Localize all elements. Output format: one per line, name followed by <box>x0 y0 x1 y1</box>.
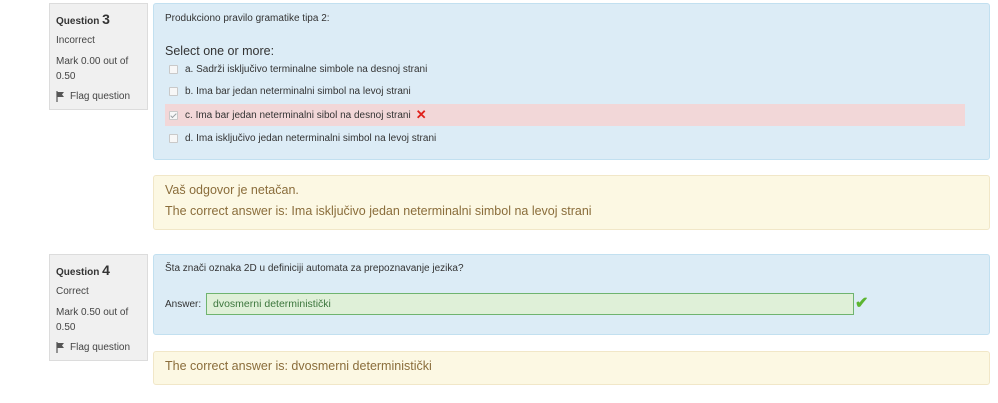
question-text: Šta znači oznaka 2D u definiciji automat… <box>165 263 464 274</box>
flag-icon <box>56 91 64 102</box>
question-info-3: Question 3 Incorrect Mark 0.00 out of 0.… <box>49 3 148 110</box>
right-answer: The correct answer is: dvosmerni determi… <box>165 359 432 373</box>
grade-line-2: 0.50 <box>56 71 76 82</box>
flag-icon <box>56 342 64 353</box>
question-grade: Mark 0.00 out of 0.50 <box>56 54 141 84</box>
question-grade: Mark 0.50 out of 0.50 <box>56 305 141 335</box>
question-number: Question 4 <box>56 262 141 278</box>
answer-label: Answer: <box>165 299 202 310</box>
option-letter: c. <box>185 109 193 121</box>
x-mark-icon: ✕ <box>415 107 427 122</box>
grade-line-1: Mark 0.00 out of <box>56 56 129 67</box>
question-content-3: Produkciono pravilo gramatike tipa 2: Se… <box>153 3 990 160</box>
answer-option-d[interactable]: d. Ima isključivo jedan neterminalni sim… <box>165 128 965 149</box>
checkbox[interactable] <box>169 87 178 96</box>
general-feedback: Vaš odgovor je netačan. <box>165 183 299 197</box>
question-number: Question 3 <box>56 11 141 27</box>
question-state: Correct <box>56 286 89 297</box>
question-info-4: Question 4 Correct Mark 0.50 out of 0.50… <box>49 254 148 361</box>
answer-option-c[interactable]: c. Ima bar jedan neterminalni sibol na d… <box>165 104 965 126</box>
question-text: Produkciono pravilo gramatike tipa 2: <box>165 13 330 24</box>
flag-question-label: Flag question <box>70 91 131 102</box>
question-label: Question <box>56 16 100 27</box>
question-number-value: 3 <box>102 11 110 27</box>
question-feedback-4: The correct answer is: dvosmerni determi… <box>153 351 990 385</box>
question-feedback-3: Vaš odgovor je netačan. The correct answ… <box>153 175 990 230</box>
check-mark-icon: ✔ <box>855 295 869 312</box>
question-state: Incorrect <box>56 35 95 46</box>
answer-input[interactable] <box>206 293 854 315</box>
right-answer: The correct answer is: Ima isključivo je… <box>165 204 592 218</box>
question-number-value: 4 <box>102 262 110 278</box>
option-letter: a. <box>185 64 194 75</box>
option-letter: d. <box>185 133 194 144</box>
answer-option-b[interactable]: b. Ima bar jedan neterminalni simbol na … <box>165 81 965 102</box>
grade-line-1: Mark 0.50 out of <box>56 307 129 318</box>
question-content-4: Šta znači oznaka 2D u definiciji automat… <box>153 254 990 335</box>
option-text: Ima bar jedan neterminalni sibol na desn… <box>195 109 411 121</box>
flag-question-button[interactable]: Flag question <box>56 91 141 102</box>
option-text: Sadrži isključivo terminalne simbole na … <box>196 64 428 75</box>
option-letter: b. <box>185 86 194 97</box>
flag-question-button[interactable]: Flag question <box>56 342 141 353</box>
checkbox-checked[interactable] <box>169 110 178 120</box>
checkbox[interactable] <box>169 65 178 74</box>
option-text: Ima isključivo jedan neterminalni simbol… <box>196 133 437 144</box>
checkbox[interactable] <box>169 134 178 143</box>
flag-question-label: Flag question <box>70 342 131 353</box>
question-label: Question <box>56 267 100 278</box>
answer-option-a[interactable]: a. Sadrži isključivo terminalne simbole … <box>165 59 965 80</box>
answer-prompt: Select one or more: <box>165 44 275 58</box>
grade-line-2: 0.50 <box>56 322 76 333</box>
option-text: Ima bar jedan neterminalni simbol na lev… <box>196 86 411 97</box>
